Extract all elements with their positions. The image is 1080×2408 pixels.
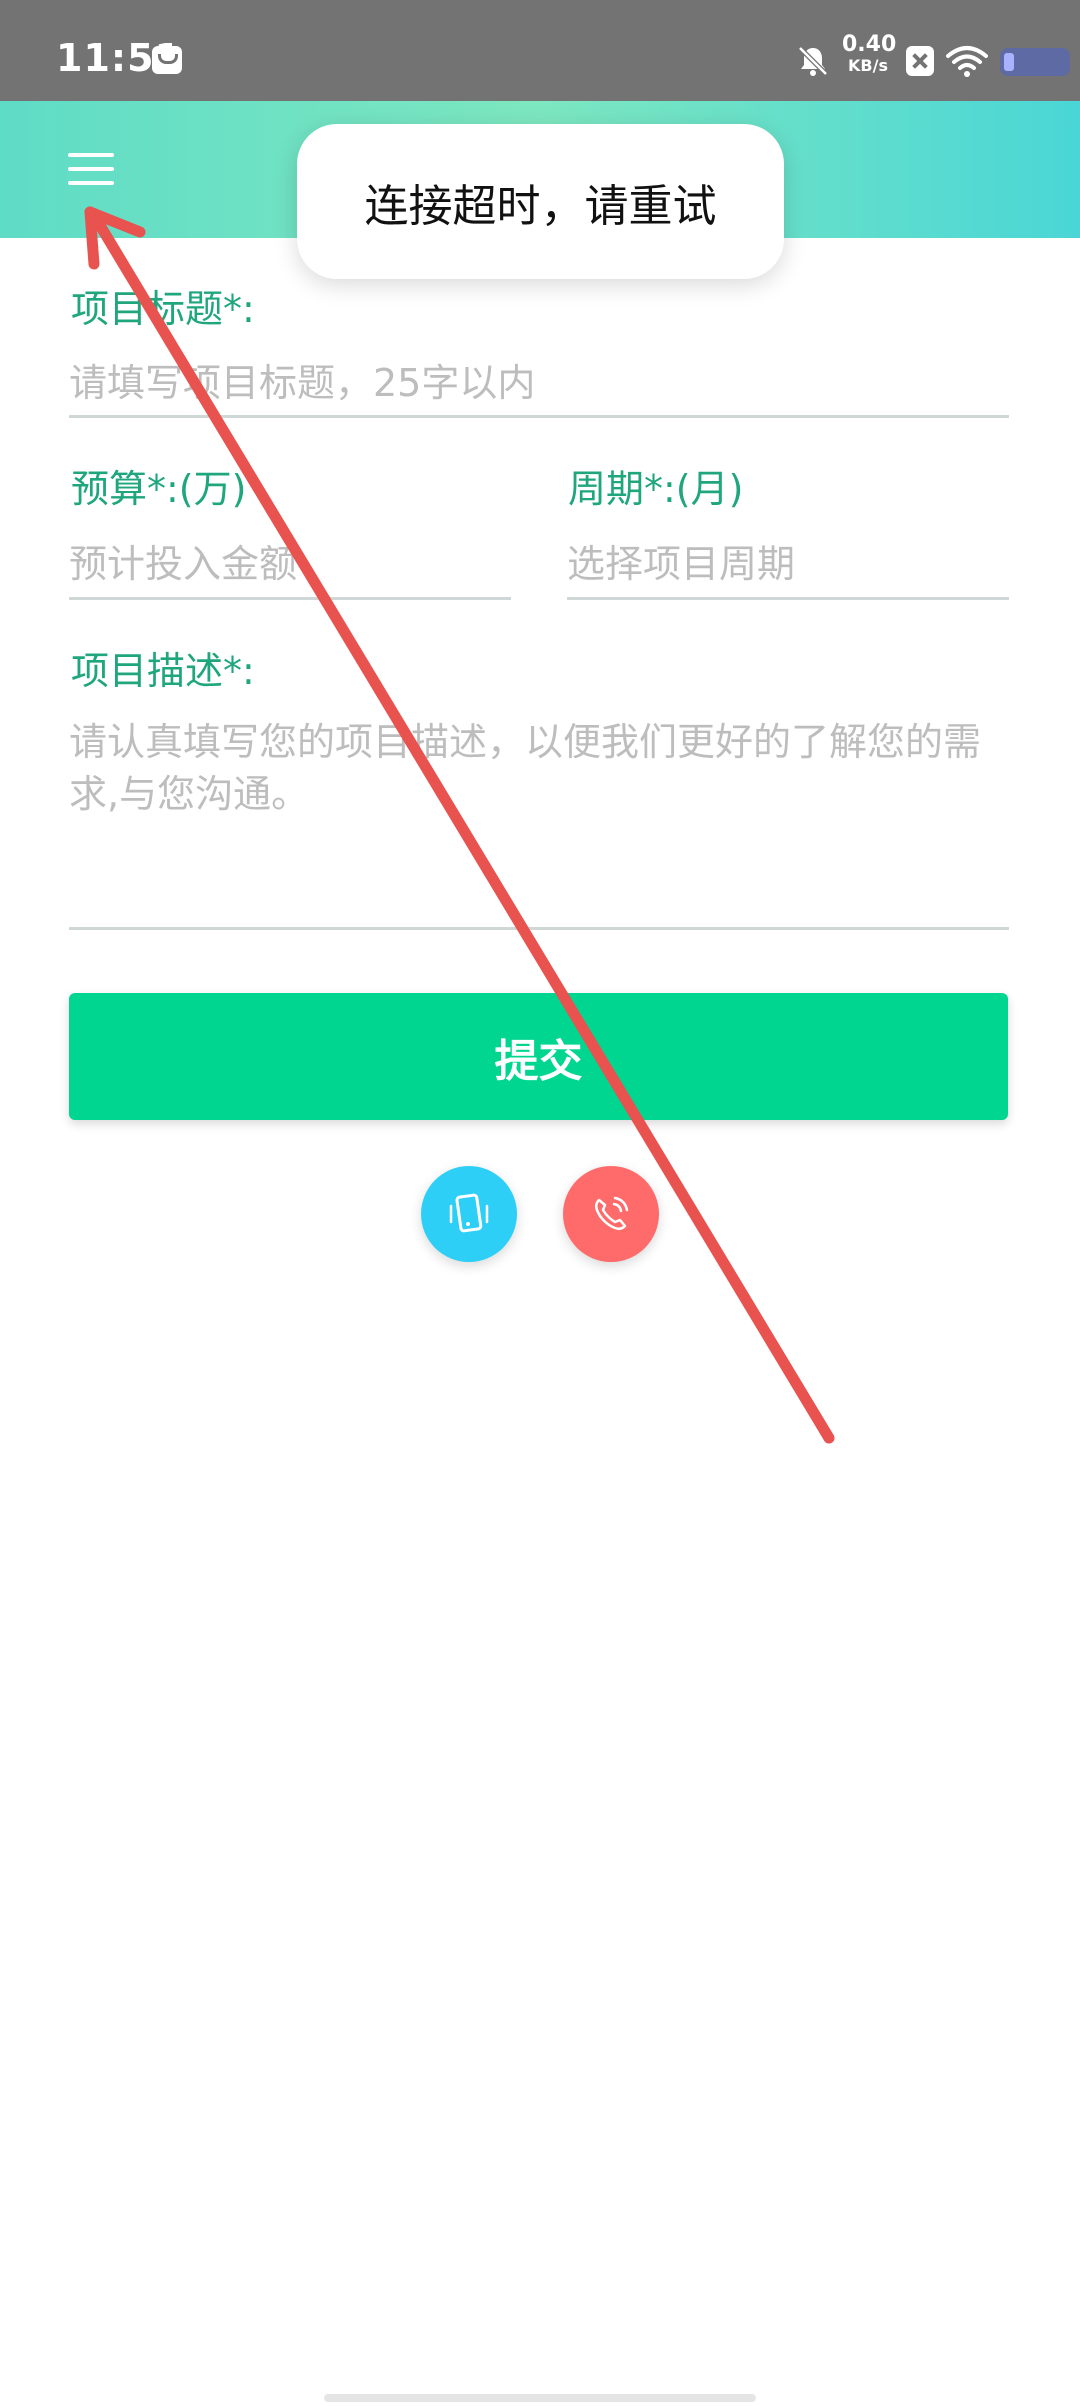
description-label: 项目描述*: (71, 649, 255, 693)
network-speed-value: 0.40 (842, 32, 897, 57)
phone-call-button[interactable] (563, 1166, 659, 1262)
description-textarea[interactable] (69, 716, 1009, 930)
notification-mail-icon (152, 46, 182, 74)
project-title-input[interactable] (69, 350, 1009, 418)
network-speed-unit: KB/s (848, 56, 888, 75)
status-bar: 11:51 0.40 KB/s (0, 0, 1080, 101)
close-box-icon (906, 46, 934, 76)
period-select[interactable] (567, 530, 1009, 600)
period-label: 周期*:(月) (568, 467, 744, 511)
toast-message: 连接超时，请重试 (297, 124, 784, 279)
phone-call-icon (594, 1196, 629, 1231)
wifi-icon (946, 46, 988, 77)
network-speed: 0.40 KB/s (842, 32, 897, 75)
mobile-phone-icon (449, 1193, 489, 1233)
budget-label: 预算*:(万) (71, 467, 247, 511)
project-title-label: 项目标题*: (71, 287, 255, 331)
menu-icon[interactable] (68, 153, 114, 185)
battery-icon (1000, 48, 1070, 76)
gesture-navigation-handle[interactable] (324, 2394, 756, 2402)
submit-button[interactable]: 提交 (69, 993, 1008, 1120)
budget-input[interactable] (69, 530, 511, 600)
mute-bell-icon (798, 46, 828, 76)
mobile-phone-button[interactable] (421, 1166, 517, 1262)
